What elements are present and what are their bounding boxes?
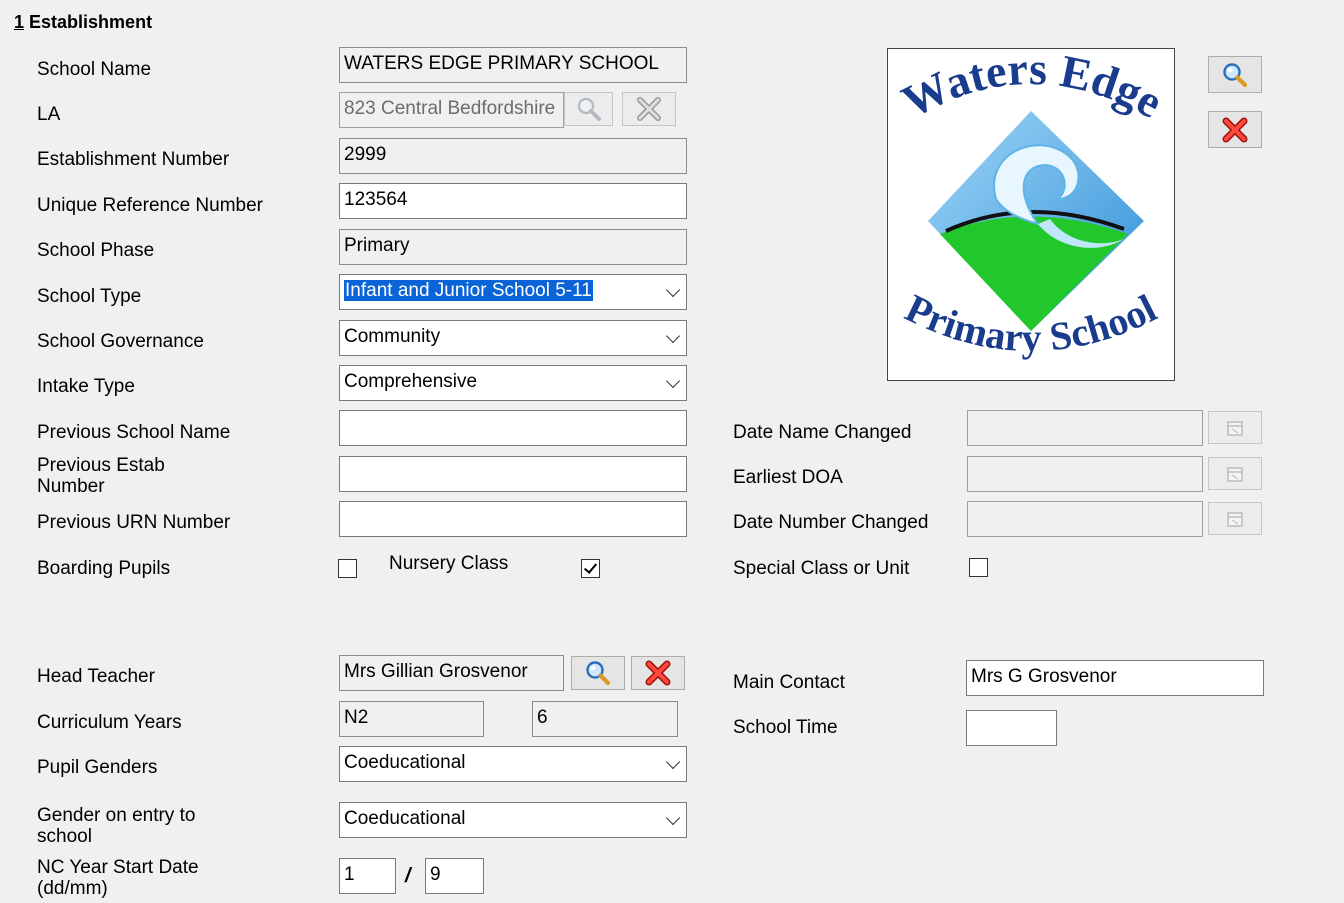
pupil-genders-label: Pupil Genders	[37, 757, 158, 778]
school-name-label: School Name	[37, 59, 152, 80]
date-number-changed-label: Date Number Changed	[733, 512, 929, 533]
school-type-label: School Type	[37, 286, 142, 307]
head-teacher-search-button[interactable]	[571, 656, 625, 690]
curriculum-years-from-field[interactable]: N2	[339, 701, 484, 737]
chevron-down-icon	[665, 810, 681, 826]
chevron-down-icon	[665, 754, 681, 770]
la-search-button[interactable]	[564, 92, 613, 126]
calendar-icon	[1227, 420, 1243, 436]
curriculum-years-to-field[interactable]: 6	[532, 701, 678, 737]
urn-label: Unique Reference Number	[37, 195, 264, 216]
main-contact-field[interactable]: Mrs G Grosvenor	[966, 660, 1264, 696]
head-teacher-clear-button[interactable]	[631, 656, 685, 690]
school-governance-value: Community	[344, 326, 441, 347]
la-field[interactable]: 823 Central Bedfordshire	[339, 92, 564, 128]
main-contact-label: Main Contact	[733, 672, 845, 693]
nc-start-month-field[interactable]: 9	[425, 858, 484, 894]
calendar-icon	[1227, 466, 1243, 482]
school-type-select[interactable]: Infant and Junior School 5-11	[339, 274, 687, 310]
curriculum-years-label: Curriculum Years	[37, 712, 182, 733]
head-teacher-field[interactable]: Mrs Gillian Grosvenor	[339, 655, 564, 691]
intake-type-label: Intake Type	[37, 376, 135, 397]
establishment-number-field[interactable]: 2999	[339, 138, 687, 174]
magnifier-icon	[1223, 62, 1248, 87]
intake-type-select[interactable]: Comprehensive	[339, 365, 687, 401]
pupil-genders-value: Coeducational	[344, 752, 466, 773]
urn-field[interactable]: 123564	[339, 183, 687, 219]
date-separator: /	[405, 865, 411, 887]
previous-urn-label: Previous URN Number	[37, 512, 231, 533]
head-teacher-label: Head Teacher	[37, 666, 155, 687]
section-title: 1 Establishment	[14, 12, 152, 33]
special-class-checkbox[interactable]	[969, 558, 988, 577]
school-time-label: School Time	[733, 717, 838, 738]
red-x-icon	[645, 660, 671, 686]
earliest-doa-label: Earliest DOA	[733, 467, 843, 488]
school-time-field[interactable]	[966, 710, 1057, 746]
gender-on-entry-label: Gender on entry to school	[37, 805, 196, 847]
school-name-field[interactable]: WATERS EDGE PRIMARY SCHOOL	[339, 47, 687, 83]
school-phase-field[interactable]: Primary	[339, 229, 687, 265]
establishment-number-label: Establishment Number	[37, 149, 230, 170]
date-name-changed-calendar-button[interactable]	[1208, 411, 1262, 444]
gender-on-entry-select[interactable]: Coeducational	[339, 802, 687, 838]
section-number: 1	[14, 12, 25, 32]
school-type-selected-text: Infant and Junior School 5-11	[344, 280, 593, 301]
school-logo: Waters Edge Primary School	[887, 48, 1175, 381]
chevron-down-icon	[665, 282, 681, 298]
pupil-genders-select[interactable]: Coeducational	[339, 746, 687, 782]
logo-clear-button[interactable]	[1208, 111, 1262, 148]
earliest-doa-calendar-button[interactable]	[1208, 457, 1262, 490]
nursery-class-label: Nursery Class	[389, 553, 509, 574]
intake-type-value: Comprehensive	[344, 371, 478, 392]
nc-year-start-label: NC Year Start Date (dd/mm)	[37, 857, 199, 899]
calendar-icon	[1227, 511, 1243, 527]
clear-icon	[637, 97, 661, 121]
school-phase-label: School Phase	[37, 240, 155, 261]
boarding-pupils-checkbox[interactable]	[338, 559, 357, 578]
logo-view-button[interactable]	[1208, 56, 1262, 93]
date-name-changed-label: Date Name Changed	[733, 422, 912, 443]
la-clear-button[interactable]	[622, 92, 676, 126]
magnifier-icon	[577, 97, 601, 121]
magnifier-icon	[586, 661, 611, 686]
la-label: LA	[37, 104, 61, 125]
section-title-text: Establishment	[29, 12, 153, 32]
nursery-class-checkbox[interactable]	[581, 559, 600, 578]
previous-school-name-field[interactable]	[339, 410, 687, 446]
school-governance-select[interactable]: Community	[339, 320, 687, 356]
chevron-down-icon	[665, 328, 681, 344]
red-x-icon	[1222, 117, 1248, 142]
gender-on-entry-value: Coeducational	[344, 808, 466, 829]
date-number-changed-field[interactable]	[967, 501, 1203, 537]
earliest-doa-field[interactable]	[967, 456, 1203, 492]
nc-start-day-field[interactable]: 1	[339, 858, 396, 894]
check-mark-icon	[583, 560, 598, 574]
previous-estab-number-label: Previous Estab Number	[37, 455, 165, 497]
special-class-label: Special Class or Unit	[733, 558, 910, 579]
boarding-pupils-label: Boarding Pupils	[37, 558, 171, 579]
date-number-changed-calendar-button[interactable]	[1208, 502, 1262, 535]
previous-school-name-label: Previous School Name	[37, 422, 231, 443]
school-governance-label: School Governance	[37, 331, 204, 352]
previous-estab-number-field[interactable]	[339, 456, 687, 492]
waters-edge-logo-image: Waters Edge Primary School	[894, 49, 1171, 360]
chevron-down-icon	[665, 373, 681, 389]
previous-urn-field[interactable]	[339, 501, 687, 537]
date-name-changed-field[interactable]	[967, 410, 1203, 446]
